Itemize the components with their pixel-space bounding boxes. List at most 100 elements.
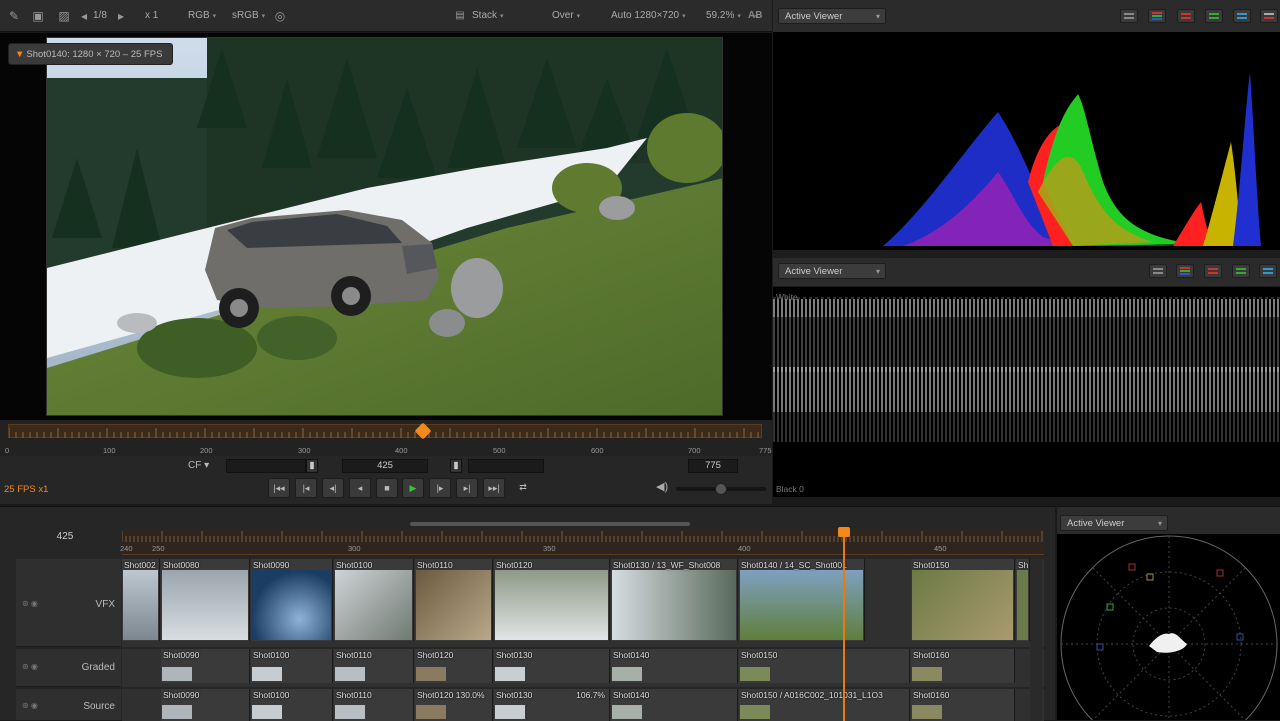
timeline-ruler[interactable]: 240 250 300 350 400 450 [120,529,1044,555]
clip[interactable]: Shot0150 [911,559,1015,641]
go-start-button[interactable]: |◂◂ [268,478,290,498]
clip[interactable]: Shot0120 [494,559,610,641]
clip[interactable]: Shot0160 [911,689,1015,721]
resolution-label: Auto 1280×720 [611,10,680,21]
clip[interactable]: Shot0150 [739,649,910,683]
histogram-source-dropdown[interactable]: Active Viewer [778,8,886,25]
clip[interactable]: Shot0130 [494,649,610,683]
track-visibility-icon[interactable]: ⊛ ◉ [22,701,38,710]
green-channel-icon[interactable] [1205,9,1223,23]
clip[interactable]: Shot0140 [611,689,738,721]
frame-scrubber[interactable]: 0 100 200 300 400 500 600 700 775 [0,420,772,456]
zoom-percent[interactable]: 59.2% ▾ [706,8,741,24]
track-visibility-icon[interactable]: ⊛ ◉ [22,662,38,671]
clip[interactable]: Sh [1016,559,1030,641]
stop-button[interactable]: ■ [376,478,398,498]
clip[interactable]: Shot0130 / 13_WF_Shot008 [611,559,738,641]
clip[interactable]: Shot0090 [161,649,250,683]
timeline-vertical-scrollbar[interactable] [1030,559,1042,721]
clip[interactable]: Shot0140 [611,649,738,683]
wave-blue-icon[interactable] [1259,264,1277,278]
clip[interactable]: Shot0120 [415,649,493,683]
timeline-playhead[interactable] [843,529,845,721]
vectorscope-header: Active Viewer [1057,506,1280,534]
track-visibility-icon[interactable]: ⊛ ◉ [22,599,38,608]
track-name: Graded [81,662,115,673]
vectorscope-source-dropdown[interactable]: Active Viewer [1060,515,1168,532]
clip[interactable]: Shot0130 106.7% [494,689,610,721]
playhead-handle[interactable] [838,527,850,537]
clip[interactable]: Shot0100 [334,559,414,641]
brush-icon[interactable]: ✎ [6,8,22,24]
image-viewer[interactable]: ▼ Shot0140: 1280 × 720 – 25 FPS [0,33,772,420]
out-point-marker[interactable]: ▮ [450,459,462,473]
channel-select[interactable]: RGB ▾ [188,8,216,24]
volume-handle[interactable] [715,483,727,495]
loop-icon[interactable]: ⇄ [512,478,534,498]
composite-select[interactable]: Over ▾ [552,8,580,24]
step-back-button[interactable]: ◂| [322,478,344,498]
step-forward-button[interactable]: |▸ [429,478,451,498]
timeline-current-frame: 425 [56,531,74,542]
clip[interactable]: Shot0090 [161,689,250,721]
track-header-source[interactable]: ⊛ ◉ Source [16,689,121,721]
clip[interactable]: Shot0120 130.0% [415,689,493,721]
clip[interactable]: Shot0110 [334,649,414,683]
rgb-parade-icon[interactable] [1148,9,1166,23]
timeline-scrollbar[interactable] [410,522,690,526]
save-icon[interactable]: ▣ [30,8,46,24]
ab-icon[interactable]: A̶B [748,8,762,24]
go-end-button[interactable]: ▸▸| [483,478,505,498]
prev-frame-button[interactable]: |◂ [295,478,317,498]
clip[interactable]: Shot002 [122,559,160,641]
track-name: VFX [95,599,115,610]
prev-icon[interactable]: ◂ [76,8,92,24]
end-frame-field[interactable]: 775 [688,459,738,473]
clip[interactable]: Shot0090 [251,559,333,641]
track-header-graded[interactable]: ⊛ ◉ Graded [16,649,121,687]
wave-luma-icon[interactable] [1149,264,1167,278]
blue-channel-icon[interactable] [1233,9,1251,23]
clip[interactable]: Shot0110 [334,689,414,721]
clip[interactable]: Shot0100 [251,689,333,721]
clip[interactable]: Shot0110 [415,559,493,641]
play-reverse-button[interactable]: ◂ [349,478,371,498]
ruler-tick-label: 400 [738,544,751,553]
red-channel-icon[interactable] [1177,9,1195,23]
clip[interactable]: Shot0160 [911,649,1015,683]
checker-icon[interactable]: ▨ [56,8,72,24]
wave-green-icon[interactable] [1232,264,1250,278]
shot-info-badge[interactable]: ▼ Shot0140: 1280 × 720 – 25 FPS [8,43,174,65]
ruler-tick-label: 300 [348,544,361,553]
play-button[interactable]: ▶ [402,478,424,498]
in-point-marker[interactable]: ▮ [306,459,318,473]
colorspace-select[interactable]: sRGB ▾ [232,8,265,24]
next-frame-button[interactable]: ▸| [456,478,478,498]
current-frame-field[interactable]: 425 [342,459,428,473]
next-icon[interactable]: ▸ [113,8,129,24]
clip[interactable]: Shot0100 [251,649,333,683]
stack-icon: ▤ [455,10,465,21]
wave-red-icon[interactable] [1204,264,1222,278]
volume-icon[interactable]: ◀) [656,480,668,493]
overlay-icon[interactable] [1260,9,1278,23]
scrubber-track[interactable] [8,424,762,438]
out-point-field[interactable] [468,459,544,473]
clip-label: Shot0080 [163,560,200,570]
wave-parade-icon[interactable] [1176,264,1194,278]
track-name: Source [83,701,115,712]
clip[interactable]: Shot0080 [161,559,250,641]
track-header-vfx[interactable]: ⊛ ◉ VFX [16,559,121,647]
scrubber-tick-label: 500 [493,446,506,455]
waveform-source-dropdown[interactable]: Active Viewer [778,263,886,280]
in-point-field[interactable] [226,459,306,473]
layer-mode-select[interactable]: Stack ▾ [472,8,504,24]
fps-indicator[interactable]: 25 FPS x1 [4,484,48,495]
luma-icon[interactable] [1120,9,1138,23]
clip[interactable]: Shot0150 / A016C002_101031_L1O3 [739,689,910,721]
target-icon[interactable]: ◎ [272,8,288,24]
zoom-factor[interactable]: x 1 [145,8,158,24]
resolution-select[interactable]: Auto 1280×720 ▾ [611,8,686,24]
scope-divider[interactable] [773,250,1280,258]
clip[interactable]: Shot0140 / 14_SC_Shot001 [739,559,865,641]
